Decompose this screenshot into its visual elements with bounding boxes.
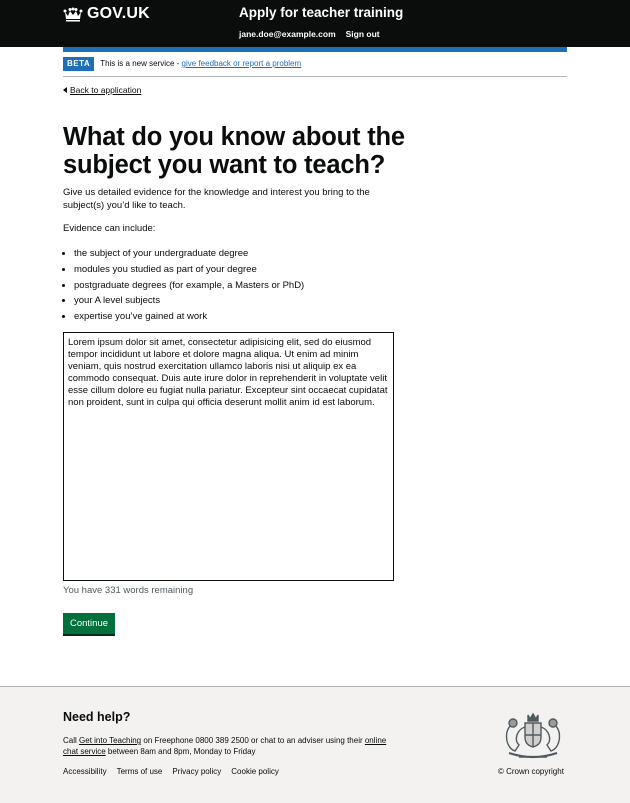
list-item: postgraduate degrees (for example, a Mas… bbox=[74, 278, 304, 294]
copyright[interactable]: © Crown copyright bbox=[498, 767, 564, 776]
list-item: the subject of your undergraduate degree bbox=[74, 246, 304, 262]
back-arrow-icon bbox=[63, 87, 67, 93]
lead-paragraph: Give us detailed evidence for the knowle… bbox=[63, 187, 370, 211]
user-email: jane.doe@example.com bbox=[239, 29, 336, 39]
accessibility-link[interactable]: Accessibility bbox=[63, 767, 107, 776]
site-footer: Need help? Call Get into Teaching on Fre… bbox=[0, 686, 630, 803]
help-middle: on Freephone 0800 389 2500 or chat to an… bbox=[141, 736, 365, 745]
evidence-intro: Evidence can include: bbox=[63, 223, 156, 234]
back-link-label: Back to application bbox=[70, 85, 142, 95]
back-link[interactable]: Back to application bbox=[63, 85, 141, 95]
beta-tag: BETA bbox=[63, 57, 95, 71]
phase-text-prefix: This is a new service - bbox=[100, 59, 182, 68]
feedback-link[interactable]: give feedback or report a problem bbox=[182, 59, 302, 68]
sign-out-link[interactable]: Sign out bbox=[346, 29, 380, 39]
word-count-message: You have 331 words remaining bbox=[63, 585, 194, 596]
subject-knowledge-textarea[interactable]: Lorem ipsum dolor sit amet, consectetur … bbox=[63, 332, 394, 581]
footer-heading: Need help? bbox=[63, 710, 131, 724]
cookie-link[interactable]: Cookie policy bbox=[231, 767, 279, 776]
crown-icon bbox=[63, 7, 83, 22]
royal-coat-of-arms-icon bbox=[505, 712, 561, 759]
header-nav: jane.doe@example.com Sign out bbox=[239, 29, 380, 39]
continue-button[interactable]: Continue bbox=[63, 613, 115, 634]
govuk-logo-link[interactable]: GOV.UK bbox=[63, 5, 150, 23]
terms-link[interactable]: Terms of use bbox=[117, 767, 163, 776]
list-item: your A level subjects bbox=[74, 293, 304, 309]
logo-text: GOV.UK bbox=[87, 5, 150, 22]
list-item: modules you studied as part of your degr… bbox=[74, 262, 304, 278]
help-suffix: between 8am and 8pm, Monday to Friday bbox=[105, 747, 256, 756]
evidence-list: the subject of your undergraduate degree… bbox=[74, 246, 304, 325]
phase-banner: BETA This is a new service - give feedba… bbox=[63, 56, 567, 77]
service-name[interactable]: Apply for teacher training bbox=[239, 5, 403, 20]
footer-links: Accessibility Terms of use Privacy polic… bbox=[63, 767, 279, 776]
page-title: What do you know about the subject you w… bbox=[63, 123, 405, 179]
site-header: GOV.UK Apply for teacher training jane.d… bbox=[0, 0, 630, 47]
get-into-teaching-link[interactable]: Get into Teaching bbox=[79, 736, 141, 745]
list-item: expertise you’ve gained at work bbox=[74, 309, 304, 325]
phase-banner-text: This is a new service - give feedback or… bbox=[100, 59, 301, 68]
header-blue-bar bbox=[63, 47, 567, 52]
footer-help-text: Call Get into Teaching on Freephone 0800… bbox=[63, 735, 403, 757]
privacy-link[interactable]: Privacy policy bbox=[172, 767, 221, 776]
help-prefix: Call bbox=[63, 736, 80, 745]
